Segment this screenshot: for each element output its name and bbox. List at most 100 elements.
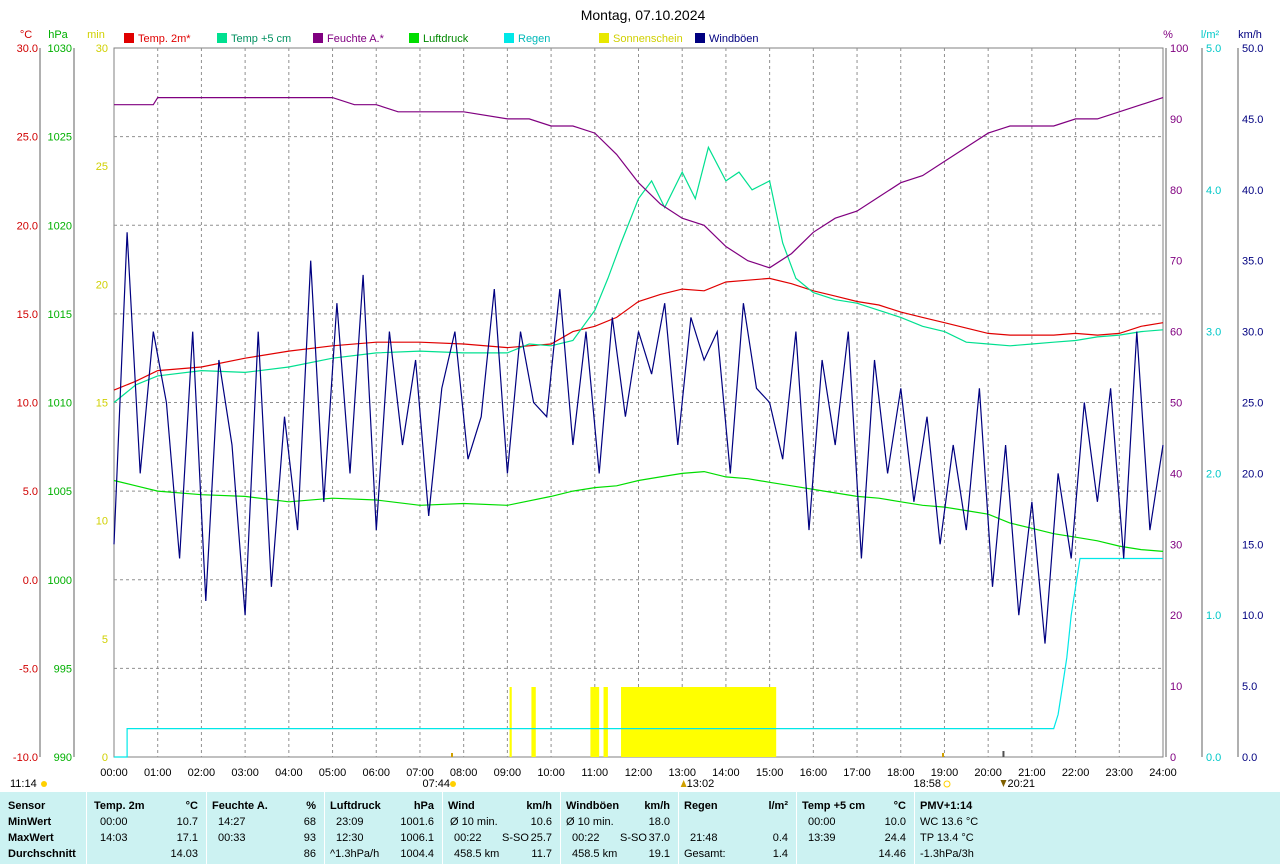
moon-time: 20:21 <box>1007 778 1035 790</box>
pressure-avg: 1004.4 <box>400 848 434 860</box>
tick-temp: 15.0 <box>17 309 38 321</box>
temp2m-max: 17.1 <box>176 832 198 844</box>
tick-wind: 20.0 <box>1242 468 1263 480</box>
temp5-header: Temp +5 cm <box>802 800 866 812</box>
pressure-trend: ^1.3hPa/h <box>330 848 380 860</box>
tick-humidity: 50 <box>1170 398 1182 410</box>
tick-x: 02:00 <box>188 767 216 779</box>
temp5-min-time: 00:00 <box>808 816 836 828</box>
tick-x: 10:00 <box>537 767 565 779</box>
stats-col-pressure: Luftdruck hPa 23:09 1001.6 12:30 1006.1 … <box>324 792 442 864</box>
weather-chart: Montag, 07.10.2024 Temp. 2m* Temp +5 cm Fe… <box>10 7 1263 790</box>
rain-max: 0.4 <box>772 832 788 844</box>
unit-humidity: % <box>1163 29 1173 41</box>
pmv-windchill: WC 13.6 °C <box>920 816 979 828</box>
chart-title: Montag, 07.10.2024 <box>581 7 706 23</box>
pmv-header: PMV+1:14 <box>920 800 973 812</box>
tick-x: 18:00 <box>887 767 915 779</box>
tick-x: 23:00 <box>1106 767 1134 779</box>
temp2m-header: Temp. 2m <box>94 800 145 812</box>
stats-col-gust: Windböen km/h Ø 10 min. 18.0 00:22 S-SO … <box>560 792 678 864</box>
tick-wind: 15.0 <box>1242 539 1263 551</box>
wind-mean: 11.7 <box>531 848 552 860</box>
noon-time: 13:02 <box>687 778 715 790</box>
rain-total: 1.4 <box>772 848 788 860</box>
tick-pressure: 1015 <box>48 309 72 321</box>
gust-max-dir: S-SO <box>620 832 647 844</box>
legend-swatch <box>313 33 323 43</box>
tick-temp: 0.0 <box>23 575 38 587</box>
tick-rain: 3.0 <box>1206 327 1221 339</box>
tick-wind: 50.0 <box>1242 43 1263 55</box>
gust-max: 37.0 <box>648 832 670 844</box>
temp5-unit: °C <box>893 800 906 812</box>
tick-temp: -5.0 <box>19 663 38 675</box>
tick-humidity: 10 <box>1170 681 1182 693</box>
wind-avg: 10.6 <box>530 816 552 828</box>
tick-pressure: 1020 <box>48 220 72 232</box>
sunshine-bar <box>590 687 600 757</box>
legend-label: Regen <box>518 33 550 45</box>
wind-max-time: 00:22 <box>454 832 482 844</box>
wind-header: Wind <box>448 800 475 812</box>
temp2m-min-time: 00:00 <box>100 816 128 828</box>
tick-temp: 10.0 <box>17 398 38 410</box>
unit-pressure: hPa <box>48 29 68 41</box>
legend-label: Temp. 2m* <box>138 33 191 45</box>
temp2m-max-time: 14:03 <box>100 832 128 844</box>
sunset-icon <box>943 780 951 788</box>
unit-wind: km/h <box>1238 29 1262 41</box>
pmv-pressure-trend: -1.3hPa/3h <box>920 848 974 860</box>
wind-max: 25.7 <box>530 832 552 844</box>
corner-time: 11:14 <box>10 778 37 790</box>
legend-swatch <box>124 33 134 43</box>
pressure-unit: hPa <box>413 800 434 812</box>
sunshine-bar <box>509 687 512 757</box>
tick-pressure: 1025 <box>48 132 72 144</box>
tick-wind: 30.0 <box>1242 327 1263 339</box>
tick-x: 14:00 <box>712 767 740 779</box>
tick-rain: 4.0 <box>1206 185 1221 197</box>
tick-x: 08:00 <box>450 767 478 779</box>
legend-swatch <box>217 33 227 43</box>
tick-pressure: 990 <box>54 752 72 764</box>
rain-max-time: 21:48 <box>690 832 718 844</box>
pmv-dewpoint: TP 13.4 °C <box>920 832 974 844</box>
unit-rain: l/m² <box>1201 29 1220 41</box>
gust-avg: 18.0 <box>648 816 670 828</box>
pressure-max: 1006.1 <box>400 832 434 844</box>
sunshine-bar <box>603 687 608 757</box>
legend-label: Sonnenschein <box>613 33 683 45</box>
tick-wind: 35.0 <box>1242 256 1263 268</box>
tick-pressure: 1005 <box>48 486 72 498</box>
stats-row-avg: Durchschnitt <box>8 848 76 860</box>
tick-x: 01:00 <box>144 767 172 779</box>
pressure-max-time: 12:30 <box>336 832 364 844</box>
legend-label: Temp +5 cm <box>231 33 291 45</box>
unit-sunshine: min <box>87 29 105 41</box>
temp5-max-time: 13:39 <box>808 832 836 844</box>
stats-col-rain: Regen l/m² 21:48 0.4 Gesamt: 1.4 <box>678 792 796 864</box>
legend-swatch <box>695 33 705 43</box>
stats-panel: Sensor MinWert MaxWert Durchschnitt Temp… <box>0 792 1280 864</box>
tick-wind: 40.0 <box>1242 185 1263 197</box>
wind-unit: km/h <box>526 800 552 812</box>
tick-rain: 0.0 <box>1206 752 1221 764</box>
tick-humidity: 60 <box>1170 327 1182 339</box>
tick-temp: 5.0 <box>23 486 38 498</box>
tick-x: 22:00 <box>1062 767 1090 779</box>
temp2m-avg: 14.03 <box>170 848 198 860</box>
tick-sunshine: 20 <box>96 279 108 291</box>
tick-pressure: 1000 <box>48 575 72 587</box>
rain-header: Regen <box>684 800 718 812</box>
tick-humidity: 70 <box>1170 256 1182 268</box>
temp2m-min: 10.7 <box>176 816 198 828</box>
wind-avg-label: Ø 10 min. <box>450 816 498 828</box>
tick-humidity: 20 <box>1170 610 1182 622</box>
series-line <box>113 232 1164 644</box>
tick-wind: 10.0 <box>1242 610 1263 622</box>
temp5-avg: 14.46 <box>878 848 906 860</box>
tick-pressure: 995 <box>54 663 72 675</box>
tick-x: 15:00 <box>756 767 784 779</box>
tick-temp: 20.0 <box>17 220 38 232</box>
